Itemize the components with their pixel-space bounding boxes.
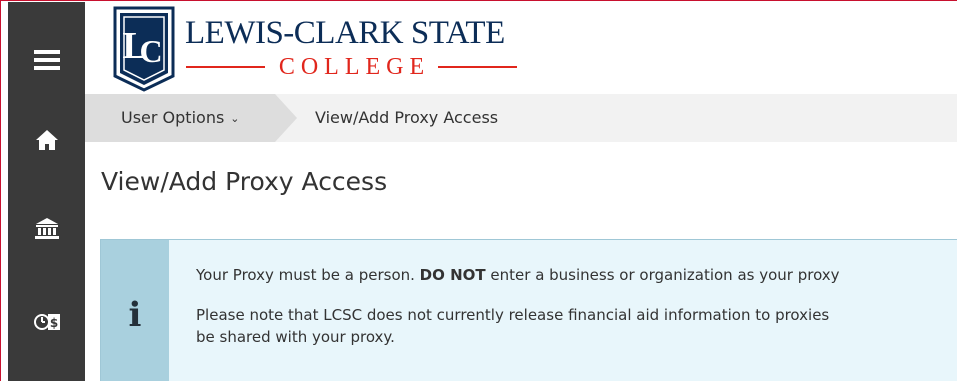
breadcrumb-current: View/Add Proxy Access xyxy=(315,108,499,127)
logo-shield-icon: L C xyxy=(113,6,175,92)
bank-icon xyxy=(34,217,59,239)
notification-line-1-post: enter a business or organization as your… xyxy=(485,266,840,284)
app-frame: $ L C LEWIS-CLARK STATE COLLEGE User Opt… xyxy=(0,0,957,381)
logo-name-line1: LEWIS-CLARK STATE xyxy=(185,15,505,51)
breadcrumb-arrow xyxy=(275,94,297,142)
logo-name-line2: COLLEGE xyxy=(186,52,517,82)
notification-line-1-bold: DO NOT xyxy=(419,266,486,284)
svg-text:$: $ xyxy=(49,316,57,330)
sidebar: $ xyxy=(8,2,85,381)
chevron-down-icon: ⌄ xyxy=(230,112,240,125)
breadcrumb: User Options ⌄ View/Add Proxy Access xyxy=(85,94,957,142)
home-button[interactable] xyxy=(8,110,85,170)
notification-line-2: Please note that LCSC does not currently… xyxy=(196,304,956,348)
notification-line-1-pre: Your Proxy must be a person. xyxy=(196,266,420,284)
logo-rule-right xyxy=(438,66,517,68)
logo-college-word: COLLEGE xyxy=(278,53,431,80)
info-notification: i Your Proxy must be a person. DO NOT en… xyxy=(100,239,957,381)
logo-monogram-c: C xyxy=(139,33,162,69)
notification-line-1: Your Proxy must be a person. DO NOT ente… xyxy=(196,264,957,286)
logo-rule-left xyxy=(186,66,265,68)
left-edge-strip xyxy=(1,2,8,381)
info-icon: i xyxy=(128,295,142,335)
notification-text: Your Proxy must be a person. DO NOT ente… xyxy=(196,264,957,366)
header: L C LEWIS-CLARK STATE COLLEGE xyxy=(85,2,957,94)
menu-icon xyxy=(33,49,60,71)
notification-line-2-text: Please note that LCSC does not currently… xyxy=(196,306,830,324)
clock-dollar-icon: $ xyxy=(33,312,60,332)
menu-button[interactable] xyxy=(8,30,85,90)
home-icon xyxy=(35,129,59,151)
college-logo[interactable]: L C LEWIS-CLARK STATE COLLEGE xyxy=(113,6,517,92)
finance-button[interactable] xyxy=(8,198,85,258)
payment-button[interactable]: $ xyxy=(8,292,85,352)
breadcrumb-user-options[interactable]: User Options ⌄ xyxy=(121,108,240,127)
notification-icon-column: i xyxy=(101,240,169,381)
page-title: View/Add Proxy Access xyxy=(101,167,388,196)
notification-line-3-text: be shared with your proxy. xyxy=(196,328,395,346)
breadcrumb-user-options-label: User Options xyxy=(121,108,225,127)
